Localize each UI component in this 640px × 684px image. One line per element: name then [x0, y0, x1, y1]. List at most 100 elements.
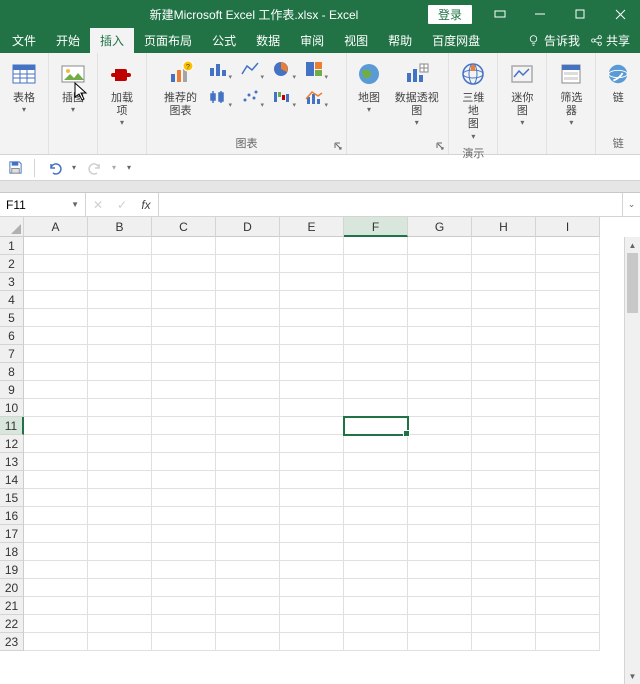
tab-file[interactable]: 文件 [2, 28, 46, 53]
name-box[interactable]: ▼ [0, 193, 86, 216]
cell[interactable] [536, 579, 600, 597]
cell[interactable] [152, 579, 216, 597]
recommended-charts-button[interactable]: ? 推荐的 图表 [160, 56, 201, 120]
cell[interactable] [408, 291, 472, 309]
cell[interactable] [536, 291, 600, 309]
cell[interactable] [344, 597, 408, 615]
cell[interactable] [408, 543, 472, 561]
filter-button[interactable]: 筛选器 ▾ [551, 56, 591, 129]
cell[interactable] [280, 525, 344, 543]
cell[interactable] [216, 597, 280, 615]
column-header[interactable]: D [216, 217, 280, 237]
maps-launcher[interactable] [434, 140, 446, 152]
cell[interactable] [408, 363, 472, 381]
cell[interactable] [408, 381, 472, 399]
tab-baidu[interactable]: 百度网盘 [422, 28, 490, 53]
cell[interactable] [344, 345, 408, 363]
cell[interactable] [216, 237, 280, 255]
cell[interactable] [152, 489, 216, 507]
tell-me[interactable]: 告诉我 [527, 32, 580, 49]
cell[interactable] [24, 435, 88, 453]
cell[interactable] [280, 399, 344, 417]
cell[interactable] [88, 327, 152, 345]
cell[interactable] [408, 633, 472, 651]
insert-function-button[interactable]: fx [134, 198, 158, 212]
row-header[interactable]: 15 [0, 489, 24, 507]
cell[interactable] [88, 507, 152, 525]
cell[interactable] [536, 381, 600, 399]
column-header[interactable]: C [152, 217, 216, 237]
cell[interactable] [88, 273, 152, 291]
formula-input[interactable] [159, 193, 622, 216]
undo-dropdown[interactable]: ▾ [69, 157, 79, 179]
cell[interactable] [216, 399, 280, 417]
cell[interactable] [280, 435, 344, 453]
cancel-formula-button[interactable]: ✕ [86, 198, 110, 212]
cell[interactable] [216, 507, 280, 525]
cell[interactable] [24, 507, 88, 525]
redo-dropdown[interactable]: ▾ [109, 157, 119, 179]
cell[interactable] [24, 237, 88, 255]
column-header[interactable]: B [88, 217, 152, 237]
tab-data[interactable]: 数据 [246, 28, 290, 53]
cell[interactable] [536, 273, 600, 291]
cell[interactable] [24, 453, 88, 471]
cell[interactable] [408, 309, 472, 327]
cell[interactable] [24, 327, 88, 345]
waterfall-button[interactable]: ▾ [267, 84, 297, 110]
cell[interactable] [24, 561, 88, 579]
cell[interactable] [536, 435, 600, 453]
cell[interactable] [88, 615, 152, 633]
row-header[interactable]: 6 [0, 327, 24, 345]
line-chart-button[interactable]: ▾ [235, 56, 265, 82]
column-header[interactable]: I [536, 217, 600, 237]
cell[interactable] [280, 489, 344, 507]
name-box-input[interactable] [6, 198, 64, 212]
cell[interactable] [152, 561, 216, 579]
cell[interactable] [152, 525, 216, 543]
row-header[interactable]: 3 [0, 273, 24, 291]
tab-layout[interactable]: 页面布局 [134, 28, 202, 53]
cell[interactable] [216, 363, 280, 381]
column-header[interactable]: H [472, 217, 536, 237]
tab-formulas[interactable]: 公式 [202, 28, 246, 53]
cell[interactable] [280, 471, 344, 489]
cell[interactable] [152, 399, 216, 417]
row-header[interactable]: 14 [0, 471, 24, 489]
scroll-up-button[interactable]: ▲ [625, 237, 640, 253]
qat-customize[interactable]: ▾ [123, 157, 135, 179]
cell[interactable] [408, 579, 472, 597]
cell[interactable] [88, 435, 152, 453]
cell[interactable] [88, 597, 152, 615]
cell[interactable] [536, 363, 600, 381]
cell[interactable] [536, 255, 600, 273]
cell[interactable] [472, 453, 536, 471]
cell[interactable] [280, 417, 344, 435]
scroll-down-button[interactable]: ▼ [625, 668, 640, 684]
cell[interactable] [216, 561, 280, 579]
cell[interactable] [536, 309, 600, 327]
cell[interactable] [536, 453, 600, 471]
cell[interactable] [344, 381, 408, 399]
map-button[interactable]: 地图 ▾ [351, 56, 387, 116]
cell[interactable] [344, 255, 408, 273]
cell[interactable] [536, 327, 600, 345]
cell[interactable] [24, 399, 88, 417]
cell[interactable] [280, 561, 344, 579]
row-header[interactable]: 2 [0, 255, 24, 273]
cell[interactable] [472, 489, 536, 507]
cell[interactable] [408, 561, 472, 579]
cell[interactable] [24, 345, 88, 363]
cell[interactable] [472, 273, 536, 291]
cell[interactable] [152, 363, 216, 381]
cell[interactable] [152, 543, 216, 561]
row-header[interactable]: 13 [0, 453, 24, 471]
cell[interactable] [24, 525, 88, 543]
cell[interactable] [88, 561, 152, 579]
cell[interactable] [344, 615, 408, 633]
cell[interactable] [24, 489, 88, 507]
cell[interactable] [280, 363, 344, 381]
close-button[interactable] [600, 0, 640, 28]
cell[interactable] [408, 237, 472, 255]
cell[interactable] [24, 363, 88, 381]
